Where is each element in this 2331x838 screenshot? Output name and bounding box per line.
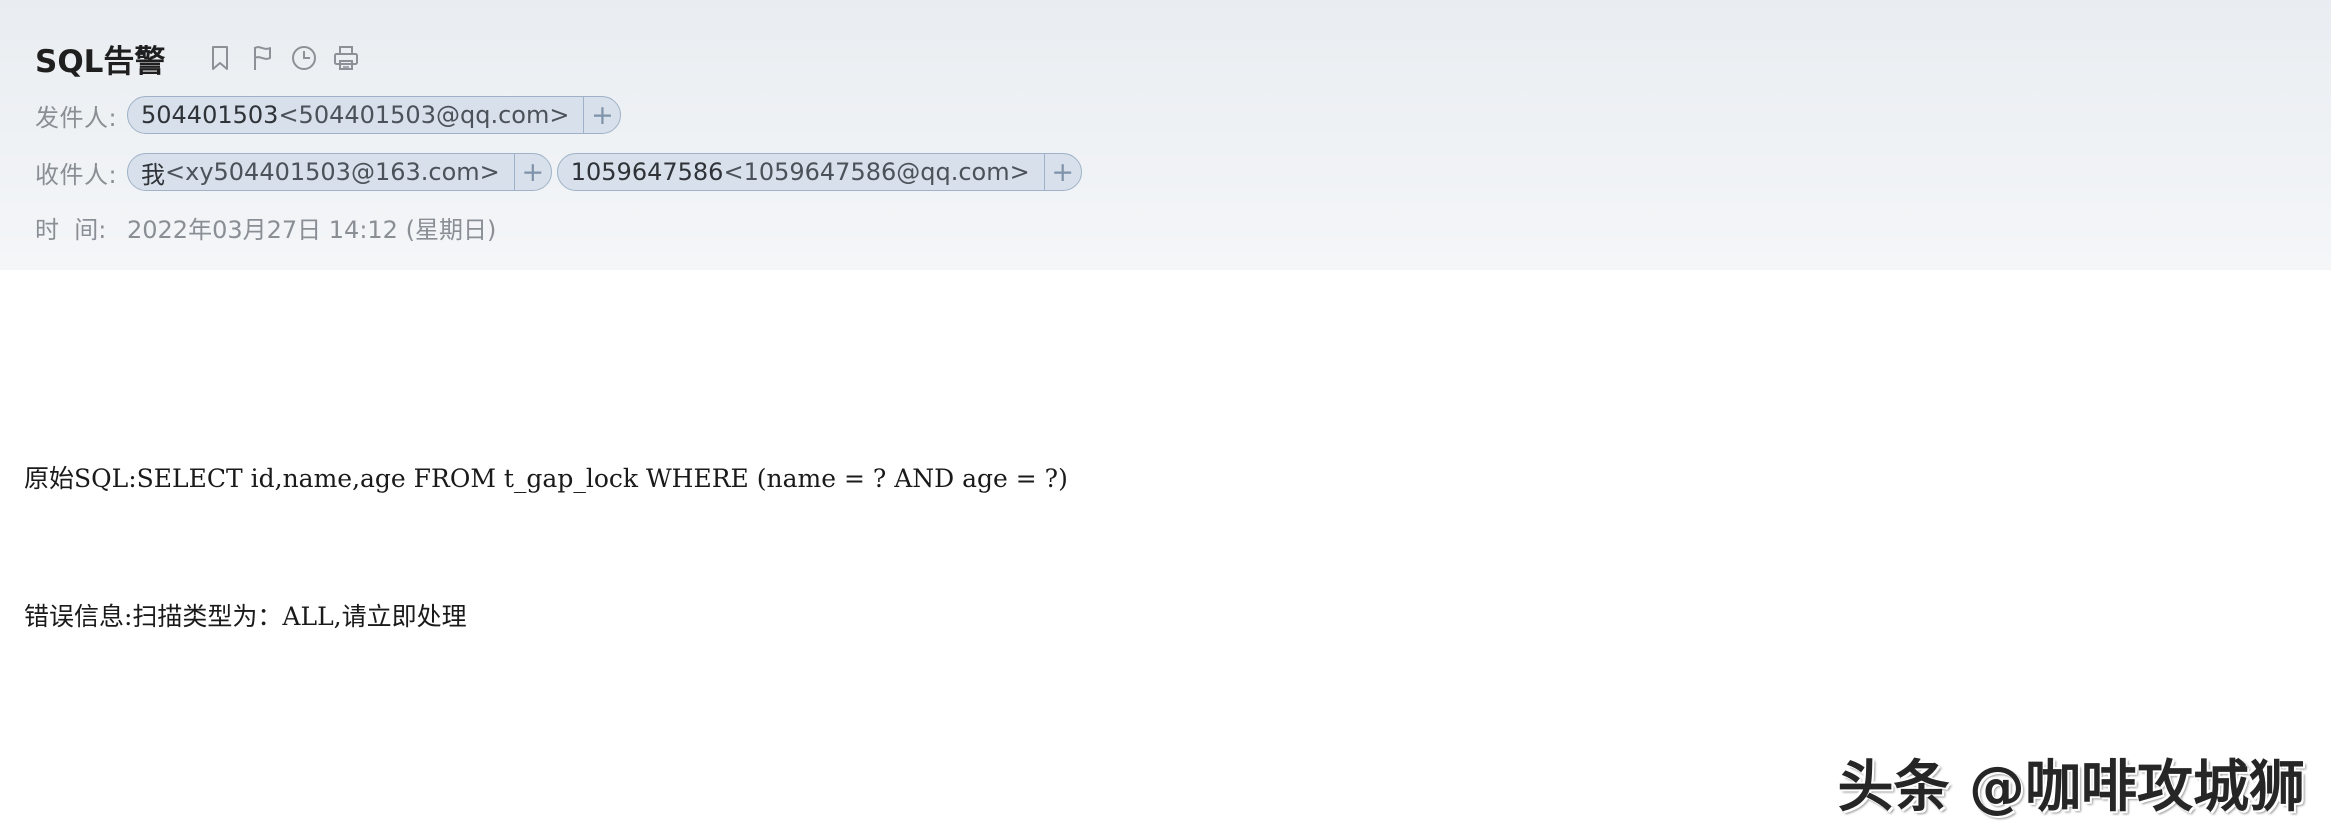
time-row: 时 间: 2022年03月27日 14:12 (星期日) [35, 210, 496, 245]
email-header: SQL告警 发件人: 504401503 <504401503@qq.com> + [0, 0, 2331, 270]
add-contact-button[interactable]: + [513, 154, 551, 190]
recipient-chip-text[interactable]: 1059647586 <1059647586@qq.com> [558, 154, 1044, 190]
recipient-name: 我 [141, 160, 165, 189]
sender-chip[interactable]: 504401503 <504401503@qq.com> + [127, 96, 622, 134]
sender-address: <504401503@qq.com> [278, 101, 570, 129]
sender-chip-text[interactable]: 504401503 <504401503@qq.com> [128, 97, 583, 133]
recipient-address: <xy504401503@163.com> [165, 158, 500, 186]
time-label: 时 间: [35, 216, 107, 244]
body-line-sql: 原始SQL:SELECT id,name,age FROM t_gap_lock… [24, 464, 1068, 493]
email-subject: SQL告警 [35, 43, 166, 80]
sender-row: 发件人: 504401503 <504401503@qq.com> + [35, 96, 626, 134]
watermark: 头条 @咖啡攻城狮 [1837, 754, 2306, 820]
sender-name: 504401503 [141, 101, 279, 129]
add-contact-button[interactable]: + [1043, 154, 1081, 190]
sender-label: 发件人: [35, 103, 118, 132]
email-body: 原始SQL:SELECT id,name,age FROM t_gap_lock… [24, 364, 1068, 686]
recipient-row: 收件人: 我 <xy504401503@163.com> + 1059647586… [35, 153, 1087, 191]
email-toolbar [199, 37, 367, 79]
recipient-label: 收件人: [35, 160, 118, 189]
clock-icon[interactable] [283, 37, 325, 79]
recipient-chip[interactable]: 我 <xy504401503@163.com> + [127, 153, 552, 191]
recipient-address: <1059647586@qq.com> [723, 158, 1030, 186]
send-time: 2022年03月27日 14:12 (星期日) [127, 216, 497, 244]
recipient-chip[interactable]: 1059647586 <1059647586@qq.com> + [556, 153, 1082, 191]
bookmark-icon[interactable] [199, 37, 241, 79]
flag-icon[interactable] [241, 37, 283, 79]
recipient-name: 1059647586 [570, 158, 724, 186]
body-line-error: 错误信息:扫描类型为：ALL,请立即处理 [24, 602, 467, 631]
add-contact-button[interactable]: + [583, 97, 620, 133]
print-icon[interactable] [325, 37, 367, 79]
subject-row: SQL告警 [35, 36, 367, 80]
recipient-chip-text[interactable]: 我 <xy504401503@163.com> [128, 154, 514, 190]
